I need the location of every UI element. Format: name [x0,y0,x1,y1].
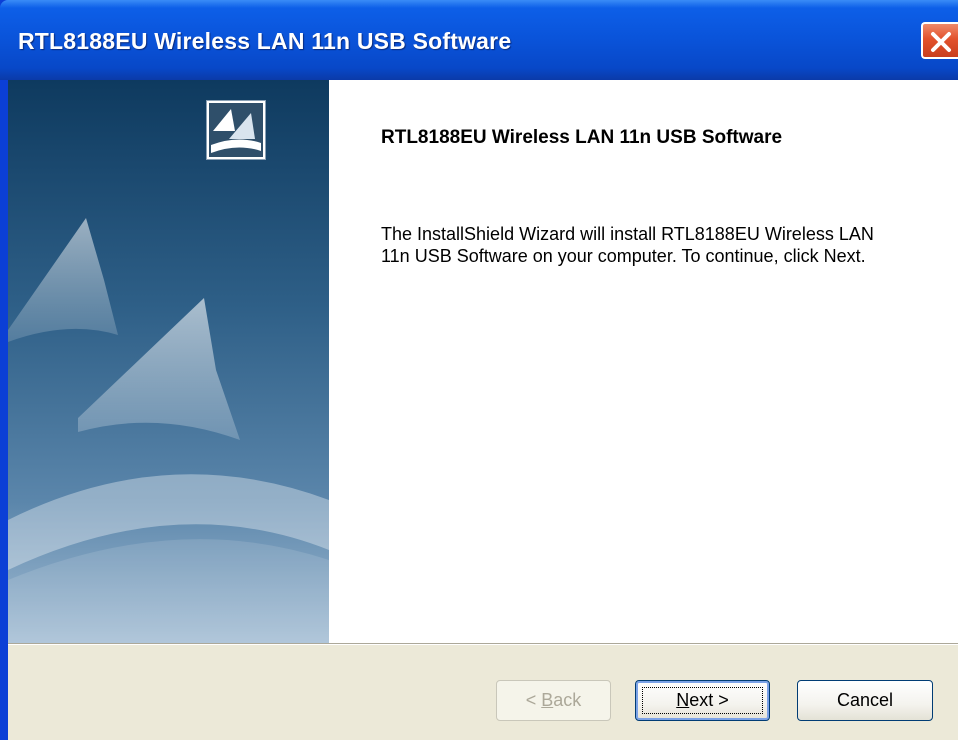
cancel-button[interactable]: Cancel [797,680,933,721]
next-button[interactable]: Next > [635,680,770,721]
wizard-side-banner [8,80,329,643]
installer-window: RTL8188EU Wireless LAN 11n USB Software [0,0,958,740]
wizard-content: RTL8188EU Wireless LAN 11n USB Software … [329,80,958,643]
installshield-logo-icon [206,100,266,160]
cancel-button-label: Cancel [836,690,894,710]
sails-banner-graphic [8,218,329,643]
title-bar[interactable]: RTL8188EU Wireless LAN 11n USB Software [0,0,958,80]
close-button[interactable] [921,22,958,59]
close-icon [931,32,951,52]
window-title: RTL8188EU Wireless LAN 11n USB Software [18,28,512,54]
wizard-heading: RTL8188EU Wireless LAN 11n USB Software [381,127,783,148]
wizard-footer: < Back Next > Cancel [8,645,958,740]
back-button[interactable]: < Back [496,680,611,721]
back-button-label: < Back [525,690,582,710]
next-button-label: Next > [676,690,729,710]
dialog-client-area: RTL8188EU Wireless LAN 11n USB Software … [8,80,958,740]
wizard-description: The InstallShield Wizard will install RT… [381,224,874,266]
